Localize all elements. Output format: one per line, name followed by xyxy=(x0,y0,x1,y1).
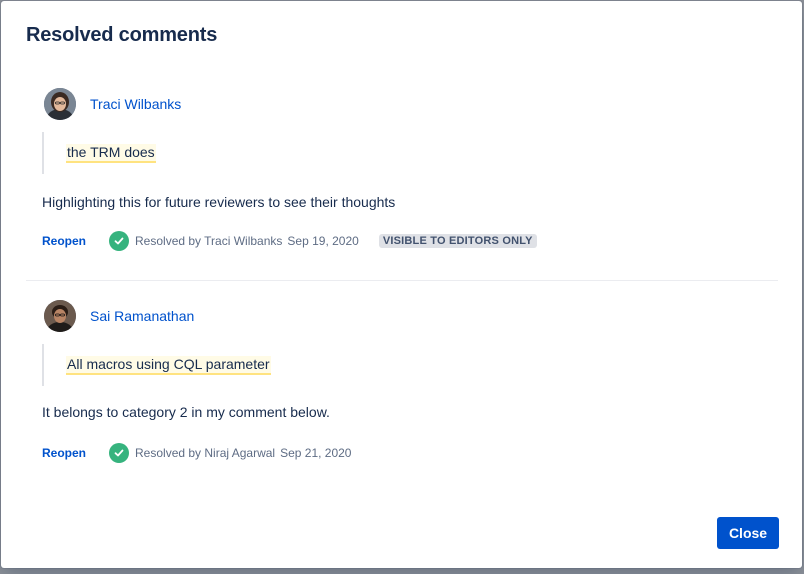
avatar[interactable] xyxy=(44,88,76,120)
quote-text[interactable]: All macros using CQL parameter xyxy=(66,355,271,375)
close-button[interactable]: Close xyxy=(717,517,779,549)
comment-body: It belongs to category 2 in my comment b… xyxy=(42,404,330,420)
avatar[interactable] xyxy=(44,300,76,332)
comment-author-row: Traci Wilbanks xyxy=(44,87,181,121)
resolved-comment: Sai Ramanathan All macros using CQL para… xyxy=(26,297,778,477)
reopen-button[interactable]: Reopen xyxy=(42,234,86,248)
resolved-by-text: Resolved by Traci Wilbanks xyxy=(135,234,283,248)
author-link[interactable]: Sai Ramanathan xyxy=(90,308,194,324)
highlighted-quote: All macros using CQL parameter xyxy=(42,344,271,386)
check-circle-icon xyxy=(109,443,130,463)
quote-text[interactable]: the TRM does xyxy=(66,143,156,163)
comment-body: Highlighting this for future reviewers t… xyxy=(42,194,396,210)
visibility-badge: VISIBLE TO EDITORS ONLY xyxy=(378,234,537,248)
highlighted-quote: the TRM does xyxy=(42,132,156,174)
author-link[interactable]: Traci Wilbanks xyxy=(90,96,181,112)
comment-footer: Reopen Resolved by Traci Wilbanks Sep 19… xyxy=(42,231,537,251)
resolved-by-text: Resolved by Niraj Agarwal xyxy=(135,446,276,460)
resolved-date: Sep 19, 2020 xyxy=(287,234,359,248)
resolved-comment: Traci Wilbanks the TRM does Highlighting… xyxy=(26,85,778,281)
comment-footer: Reopen Resolved by Niraj Agarwal Sep 21,… xyxy=(42,443,351,463)
reopen-button[interactable]: Reopen xyxy=(42,446,86,460)
resolved-comments-dialog: Resolved comments Traci Wilbanks the TRM… xyxy=(1,1,802,568)
resolved-date: Sep 21, 2020 xyxy=(280,446,352,460)
check-circle-icon xyxy=(109,231,130,251)
comment-author-row: Sai Ramanathan xyxy=(44,299,194,333)
dialog-title: Resolved comments xyxy=(26,24,218,46)
